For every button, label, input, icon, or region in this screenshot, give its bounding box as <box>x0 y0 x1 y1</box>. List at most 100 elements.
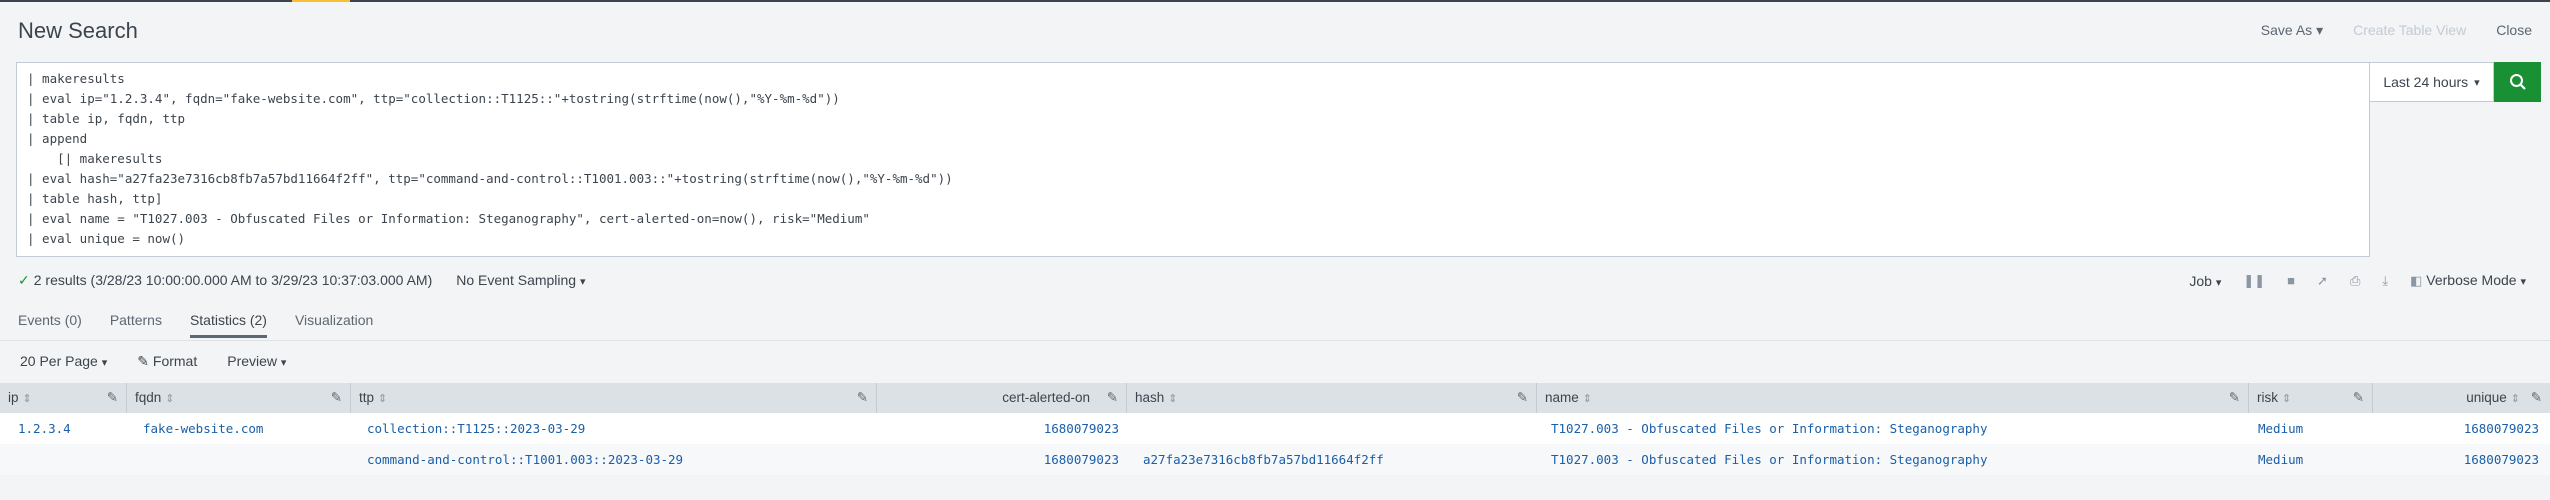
query-line-5: [| makeresults <box>27 151 163 166</box>
query-line-1: | makeresults <box>27 71 125 86</box>
cell-cert-alerted-on[interactable]: 1680079023 <box>877 413 1119 444</box>
create-table-view-button[interactable]: Create Table View <box>2353 22 2466 39</box>
cell-ip[interactable]: 1.2.3.4 <box>18 413 71 444</box>
result-tabs: Events (0) Patterns Statistics (2) Visua… <box>18 312 373 338</box>
event-sampling-label: No Event Sampling <box>456 272 577 288</box>
cell-name[interactable]: T1027.003 - Obfuscated Files or Informat… <box>1551 444 1988 475</box>
sort-icon[interactable]: ⇕ <box>23 393 32 405</box>
query-line-8: | eval name = "T1027.003 - Obfuscated Fi… <box>27 211 870 226</box>
tab-patterns[interactable]: Patterns <box>110 312 162 338</box>
chevron-down-icon: ▾ <box>2316 22 2324 38</box>
cell-risk[interactable]: Medium <box>2258 413 2303 444</box>
column-header-ttp[interactable]: ttp ⇕ ✎ <box>351 383 877 413</box>
preview-dropdown[interactable]: Preview ▾ <box>227 353 286 370</box>
chevron-down-icon: ▾ <box>2520 276 2526 288</box>
statistics-table: ip ⇕ ✎ fqdn ⇕ ✎ ttp ⇕ ✎ cert-alerted-on ✎ hash ⇕… <box>0 383 2550 475</box>
column-header-fqdn[interactable]: fqdn ⇕ ✎ <box>127 383 351 413</box>
column-header-hash[interactable]: hash ⇕ ✎ <box>1127 383 1537 413</box>
status-row: ✓ 2 results (3/28/23 10:00:00.000 AM to 3… <box>18 272 586 289</box>
query-line-7: | table hash, ttp] <box>27 191 163 206</box>
top-bar <box>0 0 2550 2</box>
chevron-down-icon: ▾ <box>579 276 586 288</box>
tab-statistics[interactable]: Statistics (2) <box>189 312 267 338</box>
chevron-down-icon: ▾ <box>2215 276 2222 289</box>
sort-icon[interactable]: ⇕ <box>1583 393 1592 405</box>
pencil-icon[interactable]: ✎ <box>2531 383 2542 413</box>
cell-ttp[interactable]: collection::T1125::2023-03-29 <box>367 413 585 444</box>
cell-hash[interactable]: a27fa23e7316cb8fb7a57bd11664f2ff <box>1143 444 1384 475</box>
chevron-down-icon: ▾ <box>2474 76 2480 89</box>
column-label: name <box>1545 390 1579 405</box>
table-row: 1.2.3.4 fake-website.com collection::T11… <box>0 413 2550 444</box>
per-page-label: 20 Per Page <box>20 353 98 369</box>
check-icon: ✓ <box>18 272 30 288</box>
pause-icon[interactable]: ❚❚ <box>2243 273 2265 289</box>
export-icon[interactable]: ⤓ <box>2382 273 2388 289</box>
job-label: Job <box>2189 272 2212 289</box>
pencil-icon[interactable]: ✎ <box>2229 383 2240 413</box>
tab-visualization[interactable]: Visualization <box>295 312 373 338</box>
tab-events[interactable]: Events (0) <box>18 312 82 338</box>
pencil-icon[interactable]: ✎ <box>2353 383 2364 413</box>
page-title: New Search <box>18 18 138 43</box>
results-summary: ✓ 2 results (3/28/23 10:00:00.000 AM to 3… <box>18 272 432 289</box>
column-header-cert-alerted-on[interactable]: cert-alerted-on ✎ <box>877 383 1127 413</box>
header-actions: Save As ▾ Create Table View Close <box>2261 22 2532 39</box>
column-header-ip[interactable]: ip ⇕ ✎ <box>0 383 127 413</box>
job-menu[interactable]: Job ▾ <box>2189 273 2221 289</box>
save-as-label: Save As <box>2260 22 2313 38</box>
per-page-dropdown[interactable]: 20 Per Page ▾ <box>20 353 107 370</box>
column-label: risk <box>2257 390 2278 405</box>
search-mode-menu[interactable]: ◧ Verbose Mode ▾ <box>2410 272 2526 289</box>
cell-cert-alerted-on[interactable]: 1680079023 <box>877 444 1119 475</box>
job-controls: Job ▾ ❚❚ ■ ➚ ⎙ ⤓ ◧ Verbose Mode ▾ <box>2189 272 2526 289</box>
sort-icon[interactable]: ⇕ <box>1168 393 1177 405</box>
column-label: cert-alerted-on <box>1002 390 1090 405</box>
chevron-down-icon: ▾ <box>280 357 287 369</box>
cell-unique[interactable]: 1680079023 <box>2373 444 2539 475</box>
query-line-4: | append <box>27 131 88 146</box>
results-text: 2 results (3/28/23 10:00:00.000 AM to 3/… <box>33 272 433 288</box>
time-range-picker[interactable]: Last 24 hours ▾ <box>2370 62 2494 102</box>
event-sampling-dropdown[interactable]: No Event Sampling ▾ <box>456 272 585 289</box>
save-as-button[interactable]: Save As ▾ <box>2261 22 2323 39</box>
pencil-icon[interactable]: ✎ <box>331 383 342 413</box>
pencil-icon[interactable]: ✎ <box>1517 383 1528 413</box>
query-line-3: | table ip, fqdn, ttp <box>27 111 186 126</box>
search-bar[interactable]: | makeresults | eval ip="1.2.3.4", fqdn=… <box>16 62 2370 257</box>
query-line-6: | eval hash="a27fa23e7316cb8fb7a57bd1166… <box>27 171 953 186</box>
preview-label: Preview <box>227 353 278 369</box>
cell-unique[interactable]: 1680079023 <box>2373 413 2539 444</box>
active-app-indicator <box>292 0 350 2</box>
column-header-name[interactable]: name ⇕ ✎ <box>1537 383 2249 413</box>
pencil-icon[interactable]: ✎ <box>1107 383 1118 413</box>
cell-name[interactable]: T1027.003 - Obfuscated Files or Informat… <box>1551 413 1988 444</box>
cell-risk[interactable]: Medium <box>2258 444 2303 475</box>
cell-ttp[interactable]: command-and-control::T1001.003::2023-03-… <box>367 444 683 475</box>
mode-icon: ◧ <box>2410 273 2423 288</box>
search-mode-label: Verbose Mode <box>2426 272 2517 288</box>
query-line-2: | eval ip="1.2.3.4", fqdn="fake-website.… <box>27 91 840 106</box>
pencil-icon[interactable]: ✎ <box>107 383 118 413</box>
cell-fqdn[interactable]: fake-website.com <box>143 413 263 444</box>
close-button[interactable]: Close <box>2496 22 2532 39</box>
format-button[interactable]: ✎ Format <box>137 353 197 370</box>
time-range-label: Last 24 hours <box>2383 74 2469 90</box>
search-button[interactable] <box>2494 62 2541 102</box>
sort-icon[interactable]: ⇕ <box>2282 393 2291 405</box>
search-query[interactable]: | makeresults | eval ip="1.2.3.4", fqdn=… <box>27 69 953 249</box>
stop-icon[interactable]: ■ <box>2287 273 2295 288</box>
column-label: fqdn <box>135 390 162 405</box>
sort-icon[interactable]: ⇕ <box>165 393 174 405</box>
sort-icon[interactable]: ⇕ <box>378 393 387 405</box>
pencil-icon[interactable]: ✎ <box>857 383 868 413</box>
print-icon[interactable]: ⎙ <box>2350 273 2360 289</box>
table-row: command-and-control::T1001.003::2023-03-… <box>0 444 2550 475</box>
column-header-risk[interactable]: risk ⇕ ✎ <box>2249 383 2373 413</box>
column-header-unique[interactable]: unique ⇕ ✎ <box>2373 383 2550 413</box>
column-label: unique <box>2466 390 2507 405</box>
query-line-9: | eval unique = now() <box>27 231 186 246</box>
share-icon[interactable]: ➚ <box>2317 273 2328 289</box>
sort-icon[interactable]: ⇕ <box>2511 393 2520 405</box>
column-label: hash <box>1135 390 1165 405</box>
